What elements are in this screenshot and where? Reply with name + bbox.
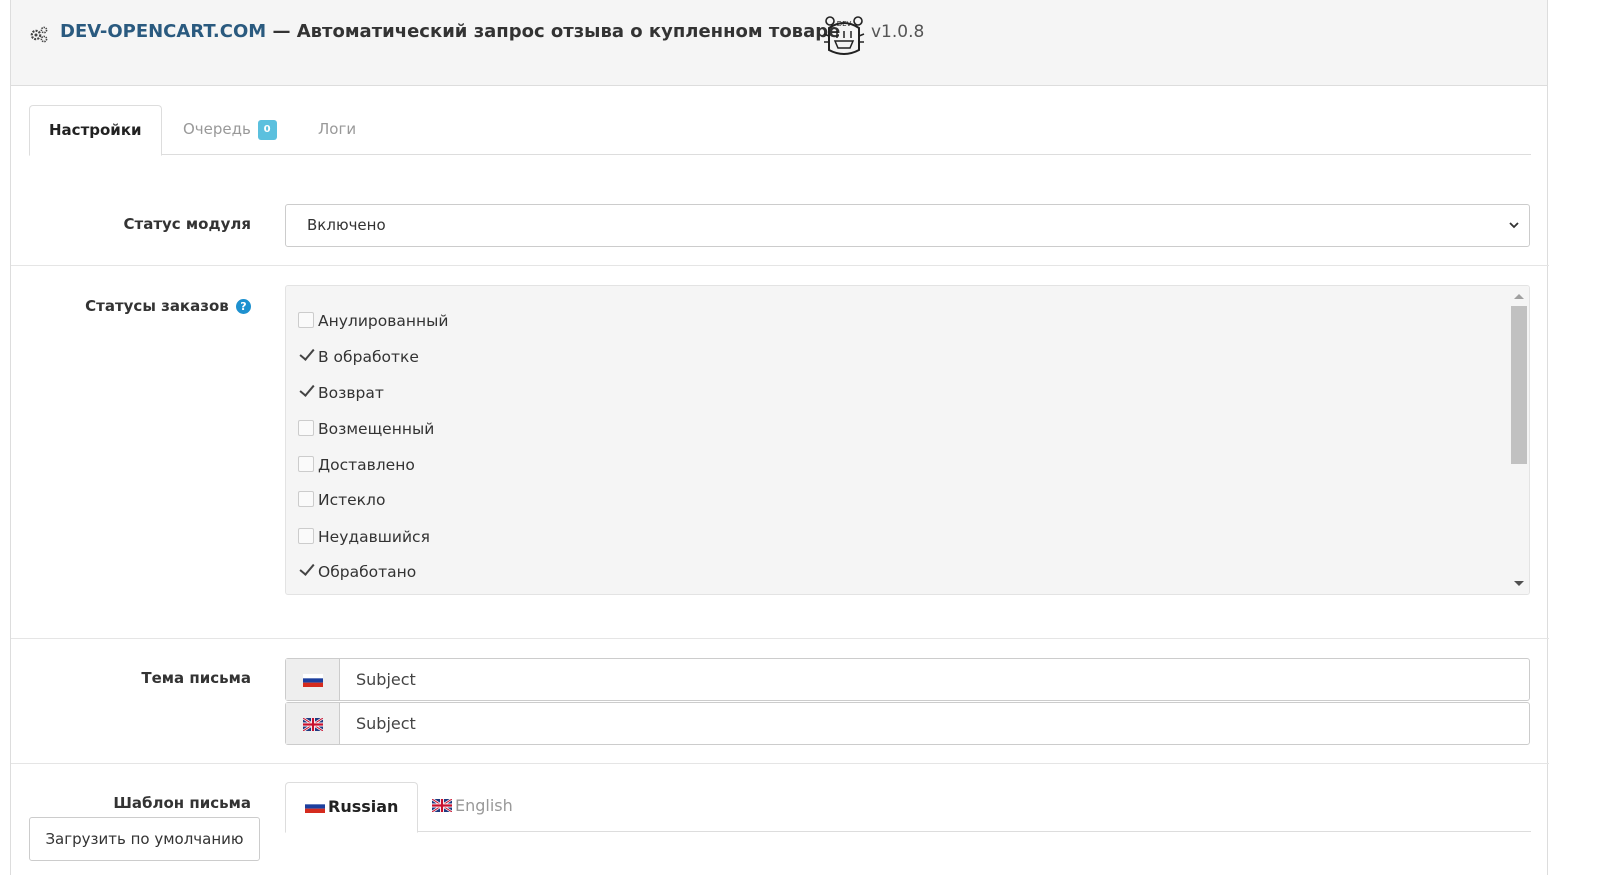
dev-logo-text: DEV bbox=[837, 20, 852, 28]
scroll-down-arrow-icon[interactable] bbox=[1514, 581, 1524, 586]
tab-settings[interactable]: Настройки bbox=[29, 105, 162, 156]
checkbox-checked[interactable] bbox=[298, 563, 314, 579]
panel-heading: DEV-OPENCART.COM — Автоматический запрос… bbox=[11, 0, 1547, 86]
brand-link[interactable]: DEV-OPENCART.COM bbox=[60, 21, 266, 42]
template-language-tabs: Russian English bbox=[285, 782, 1531, 833]
divider bbox=[11, 638, 1549, 639]
russian-flag-icon bbox=[305, 800, 325, 813]
subject-value: Subject bbox=[356, 714, 416, 733]
tab-russian-label: Russian bbox=[328, 797, 399, 816]
module-status-label: Статус модуля bbox=[123, 215, 252, 233]
subject-input-russian[interactable]: Subject bbox=[285, 658, 1530, 701]
order-statuses-label: Статусы заказов ? bbox=[11, 297, 251, 315]
email-subject-label: Тема письма bbox=[141, 669, 251, 687]
help-icon[interactable]: ? bbox=[236, 299, 251, 314]
tab-logs[interactable]: Логи bbox=[299, 105, 375, 155]
checkbox[interactable] bbox=[298, 491, 314, 507]
order-statuses-label-text: Статусы заказов bbox=[85, 297, 229, 315]
status-item-delivered[interactable]: Доставлено bbox=[298, 450, 415, 480]
status-label: Истекло bbox=[318, 491, 386, 509]
tab-queue-label: Очередь bbox=[183, 120, 251, 138]
status-label: Анулированный bbox=[318, 312, 449, 330]
scrollbar-thumb[interactable] bbox=[1511, 306, 1527, 464]
status-item-expired[interactable]: Истекло bbox=[298, 485, 385, 515]
subject-input-english[interactable]: Subject bbox=[285, 702, 1530, 745]
tab-english-label: English bbox=[455, 796, 513, 815]
tab-russian[interactable]: Russian bbox=[285, 782, 419, 833]
tab-english[interactable]: English bbox=[413, 782, 532, 832]
english-flag-icon bbox=[303, 718, 323, 731]
status-item-processed[interactable]: Обработано bbox=[298, 557, 416, 587]
tab-queue[interactable]: Очередь 0 bbox=[164, 105, 296, 155]
checkbox[interactable] bbox=[298, 456, 314, 472]
checkbox[interactable] bbox=[298, 528, 314, 544]
module-status-select[interactable]: Включено bbox=[285, 204, 1530, 247]
page-title: DEV-OPENCART.COM — Автоматический запрос… bbox=[60, 21, 840, 42]
checkbox-checked[interactable] bbox=[298, 384, 314, 400]
language-addon bbox=[286, 703, 340, 744]
title-text: — Автоматический запрос отзыва о купленн… bbox=[266, 21, 841, 42]
language-addon bbox=[286, 659, 340, 700]
status-label: Обработано bbox=[318, 563, 417, 581]
order-statuses-list[interactable]: Анулированный В обработке Возврат Возмещ… bbox=[285, 285, 1530, 595]
status-label: Возмещенный bbox=[318, 420, 435, 438]
status-label: В обработке bbox=[318, 348, 419, 366]
checkbox[interactable] bbox=[298, 420, 314, 436]
dev-logo-icon: DEV bbox=[823, 16, 865, 55]
status-item-cancelled[interactable]: Анулированный bbox=[298, 306, 448, 336]
status-label: Неудавшийся bbox=[318, 528, 430, 546]
status-item-processing[interactable]: В обработке bbox=[298, 342, 419, 372]
load-default-button[interactable]: Загрузить по умолчанию bbox=[29, 817, 260, 861]
divider bbox=[11, 763, 1549, 764]
queue-count-badge: 0 bbox=[257, 120, 277, 140]
module-status-value: Включено bbox=[307, 216, 386, 234]
gears-icon bbox=[30, 26, 48, 43]
status-item-refunded[interactable]: Возмещенный bbox=[298, 414, 434, 444]
english-flag-icon bbox=[432, 799, 452, 812]
russian-flag-icon bbox=[303, 674, 323, 687]
checkbox-checked[interactable] bbox=[298, 348, 314, 364]
divider bbox=[11, 265, 1549, 266]
status-label: Возврат bbox=[318, 384, 384, 402]
tab-logs-label: Логи bbox=[318, 120, 357, 138]
checkbox[interactable] bbox=[298, 312, 314, 328]
status-item-return[interactable]: Возврат bbox=[298, 378, 384, 408]
status-label: Доставлено bbox=[318, 456, 415, 474]
main-tabs: Настройки Очередь 0 Логи bbox=[29, 105, 1531, 156]
module-panel: DEV-OPENCART.COM — Автоматический запрос… bbox=[10, 0, 1549, 875]
version-label: v1.0.8 bbox=[871, 22, 925, 42]
status-item-failed[interactable]: Неудавшийся bbox=[298, 522, 430, 552]
tab-settings-label: Настройки bbox=[49, 121, 142, 139]
scrollbar[interactable] bbox=[1509, 286, 1529, 594]
email-template-label: Шаблон письма bbox=[113, 794, 251, 812]
subject-value: Subject bbox=[356, 670, 416, 689]
scroll-up-arrow-icon[interactable] bbox=[1514, 294, 1524, 299]
chevron-down-icon bbox=[1509, 222, 1519, 229]
